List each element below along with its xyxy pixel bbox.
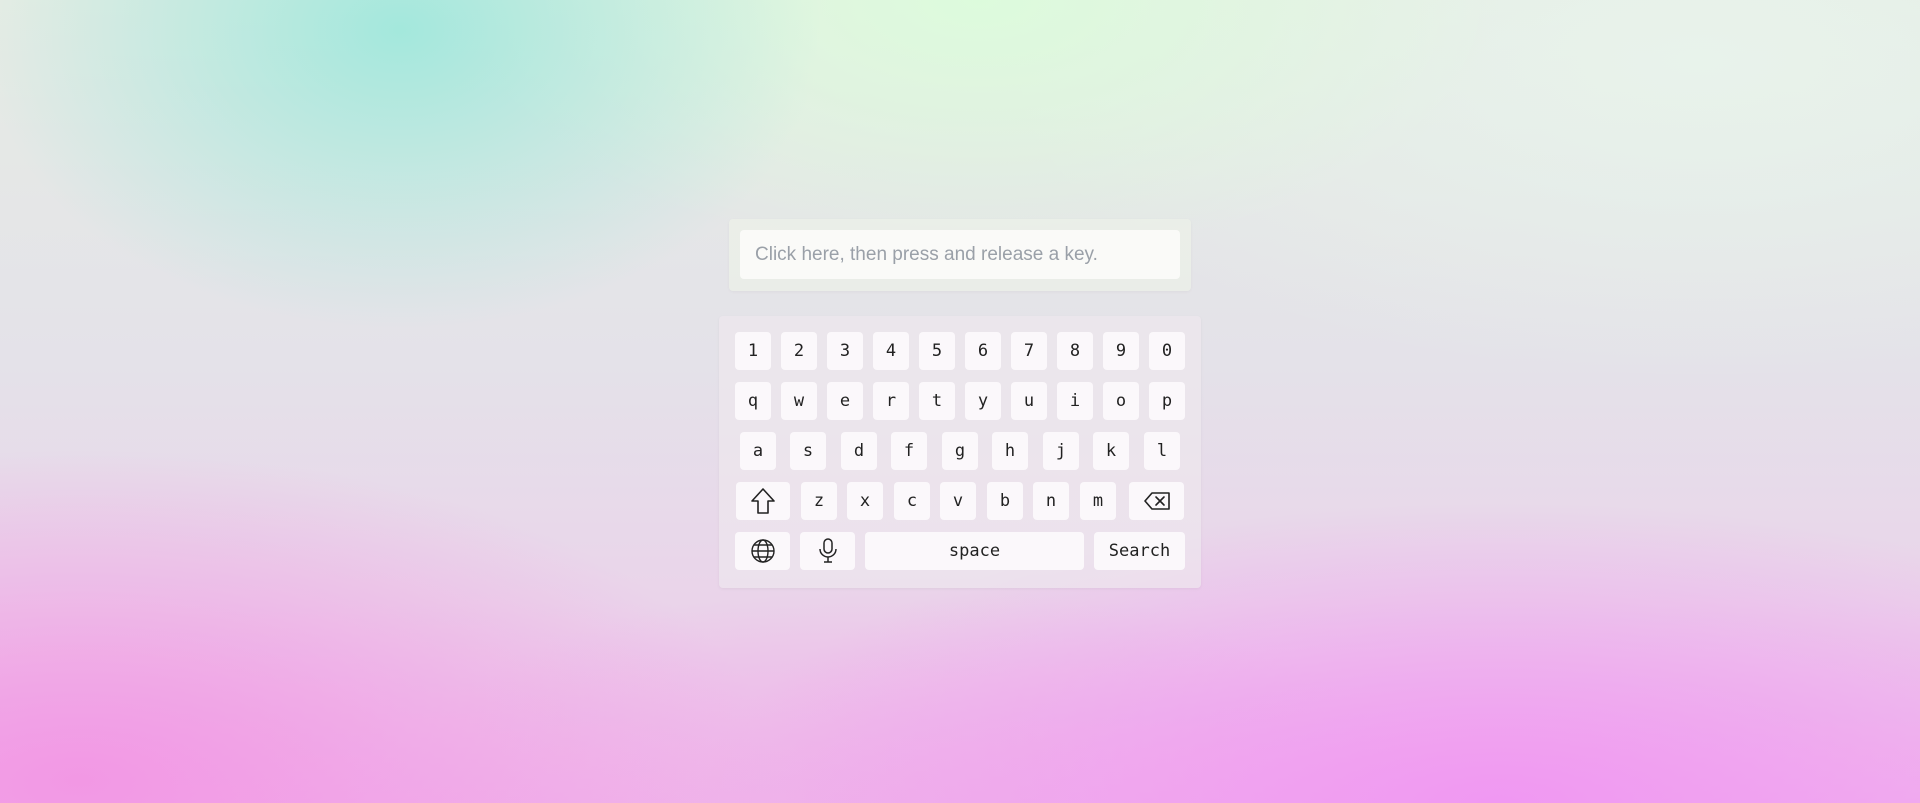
key-t[interactable]: t xyxy=(919,382,955,420)
key-s[interactable]: s xyxy=(790,432,826,470)
key-q[interactable]: q xyxy=(735,382,771,420)
key-0[interactable]: 0 xyxy=(1149,332,1185,370)
key-p[interactable]: p xyxy=(1149,382,1185,420)
key-f[interactable]: f xyxy=(891,432,927,470)
key-7[interactable]: 7 xyxy=(1011,332,1047,370)
search-key[interactable]: Search xyxy=(1094,532,1185,570)
virtual-keyboard: 1 2 3 4 5 6 7 8 9 0 q w e r t y u i o p … xyxy=(719,316,1201,588)
key-r[interactable]: r xyxy=(873,382,909,420)
key-8[interactable]: 8 xyxy=(1057,332,1093,370)
key-j[interactable]: j xyxy=(1043,432,1079,470)
key-3[interactable]: 3 xyxy=(827,332,863,370)
space-key[interactable]: space xyxy=(865,532,1084,570)
key-w[interactable]: w xyxy=(781,382,817,420)
key-v[interactable]: v xyxy=(940,482,976,520)
key-9[interactable]: 9 xyxy=(1103,332,1139,370)
key-a[interactable]: a xyxy=(740,432,776,470)
microphone-icon xyxy=(817,537,839,565)
key-g[interactable]: g xyxy=(942,432,978,470)
key-1[interactable]: 1 xyxy=(735,332,771,370)
key-n[interactable]: n xyxy=(1033,482,1069,520)
key-6[interactable]: 6 xyxy=(965,332,1001,370)
key-o[interactable]: o xyxy=(1103,382,1139,420)
key-4[interactable]: 4 xyxy=(873,332,909,370)
key-l[interactable]: l xyxy=(1144,432,1180,470)
key-y[interactable]: y xyxy=(965,382,1001,420)
globe-key[interactable] xyxy=(735,532,790,570)
key-b[interactable]: b xyxy=(987,482,1023,520)
globe-icon xyxy=(750,538,776,564)
key-z[interactable]: z xyxy=(801,482,837,520)
key-i[interactable]: i xyxy=(1057,382,1093,420)
key-u[interactable]: u xyxy=(1011,382,1047,420)
key-d[interactable]: d xyxy=(841,432,877,470)
shift-key[interactable] xyxy=(736,482,790,520)
key-x[interactable]: x xyxy=(847,482,883,520)
backspace-icon xyxy=(1143,491,1171,511)
key-e[interactable]: e xyxy=(827,382,863,420)
input-panel xyxy=(729,219,1191,291)
key-m[interactable]: m xyxy=(1080,482,1116,520)
key-5[interactable]: 5 xyxy=(919,332,955,370)
key-2[interactable]: 2 xyxy=(781,332,817,370)
key-input[interactable] xyxy=(740,230,1180,279)
key-c[interactable]: c xyxy=(894,482,930,520)
shift-arrow-icon xyxy=(750,487,776,515)
microphone-key[interactable] xyxy=(800,532,855,570)
backspace-key[interactable] xyxy=(1129,482,1184,520)
key-k[interactable]: k xyxy=(1093,432,1129,470)
key-h[interactable]: h xyxy=(992,432,1028,470)
